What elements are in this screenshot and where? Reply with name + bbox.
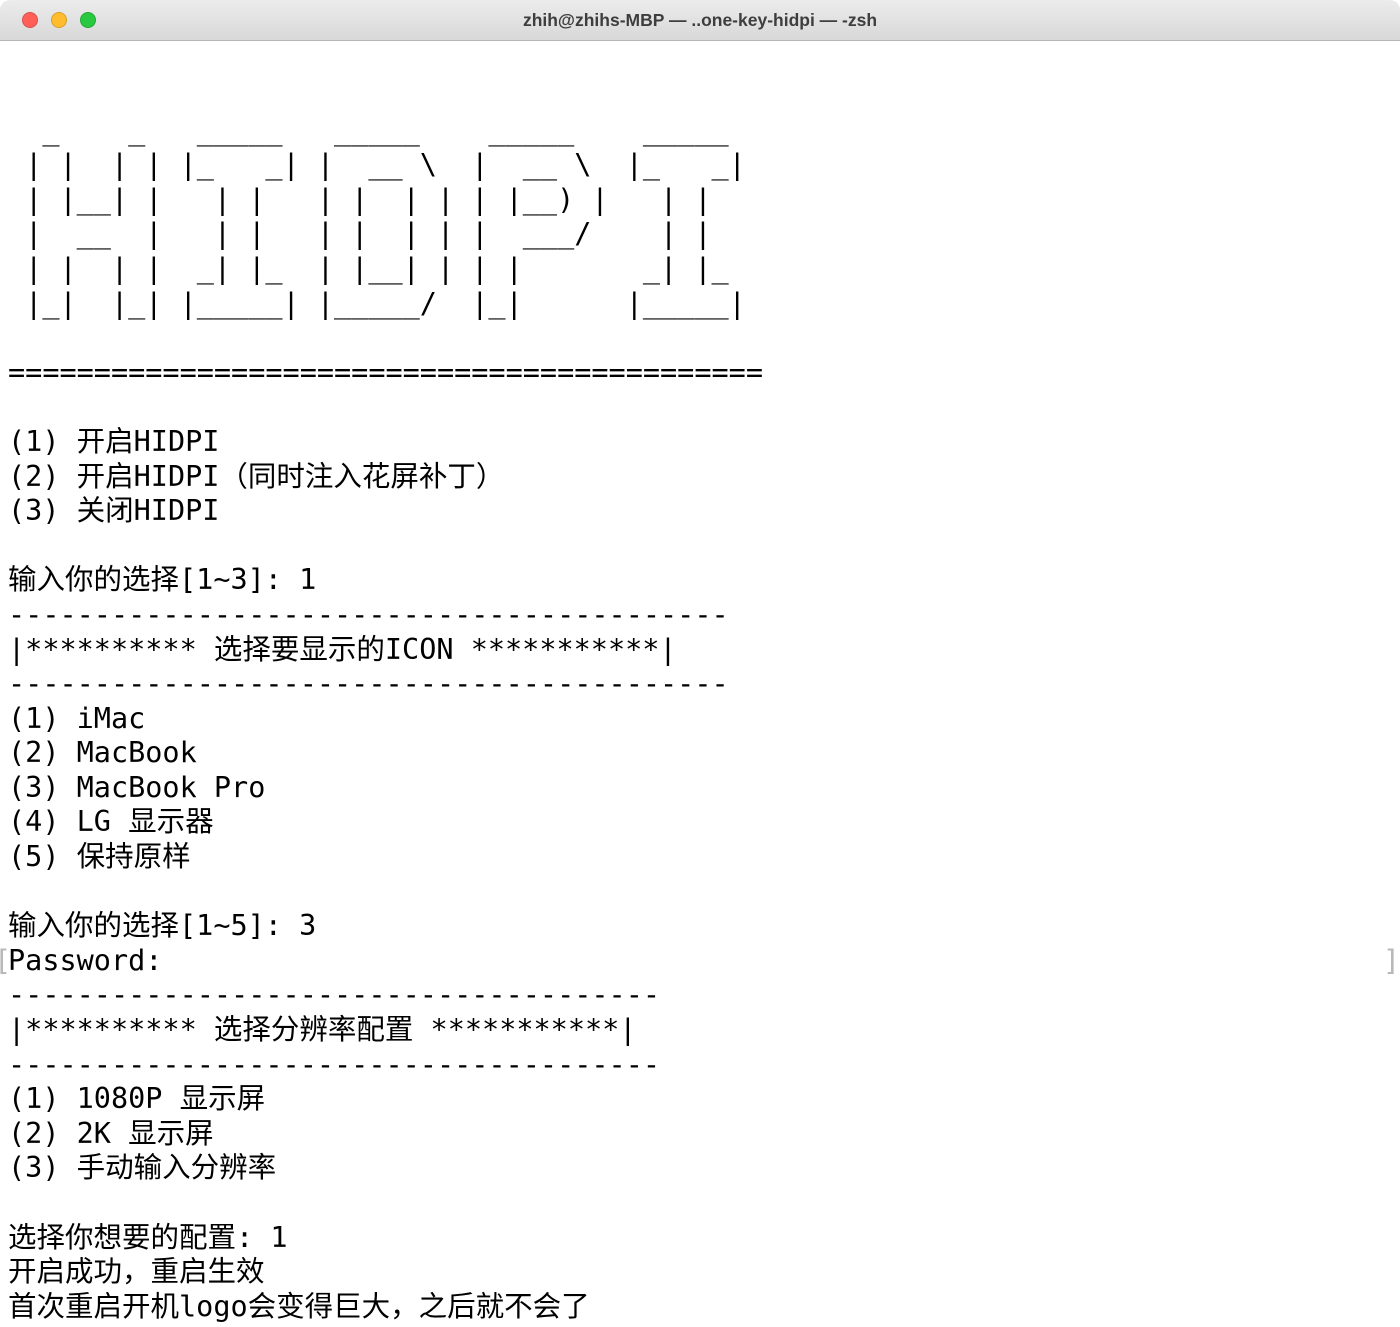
ascii-art-hidpi: | | | | _| |_ | |__| | | | _| |_ — [8, 252, 1400, 287]
ascii-art-hidpi: |_| |_| |_____| |_____/ |_| |_____| — [8, 287, 1400, 322]
ascii-art-hidpi: _ _ _____ _____ _____ _____ — [8, 114, 1400, 149]
command-mark-left-bracket: [ — [0, 944, 11, 979]
blank-line — [8, 390, 1400, 425]
blank-line — [8, 529, 1400, 564]
blank-line — [8, 1186, 1400, 1221]
box-border-line: ----------------------------------------… — [8, 598, 1400, 633]
menu-option-enable-hidpi-patch: (2) 开启HIDPI（同时注入花屏补丁） — [8, 460, 1400, 495]
blank-line — [8, 875, 1400, 910]
terminal-screen[interactable]: _ _ _____ _____ _____ _____ | | | | |_ _… — [0, 41, 1400, 1327]
ascii-art-hidpi: | |__| | | | | | | | | |__) | | | — [8, 183, 1400, 218]
menu-option-macbook: (2) MacBook — [8, 736, 1400, 771]
menu-option-disable-hidpi: (3) 关闭HIDPI — [8, 494, 1400, 529]
menu-option-keep-original: (5) 保持原样 — [8, 840, 1400, 875]
status-message-reboot-note: 首次重启开机logo会变得巨大，之后就不会了 — [8, 1290, 1400, 1325]
menu-option-macbook-pro: (3) MacBook Pro — [8, 771, 1400, 806]
separator-line: ========================================… — [8, 356, 1400, 391]
ascii-art-hidpi: | | | | |_ _| | __ \ | __ \ |_ _| — [8, 148, 1400, 183]
close-button[interactable] — [22, 12, 38, 28]
menu-option-imac: (1) iMac — [8, 702, 1400, 737]
menu-option-enable-hidpi: (1) 开启HIDPI — [8, 425, 1400, 460]
menu-option-manual-resolution: (3) 手动输入分辨率 — [8, 1151, 1400, 1186]
box-title-resolution-select: |********** 选择分辨率配置 ***********| — [8, 1013, 1400, 1048]
window-controls — [22, 0, 96, 40]
status-message-success: 开启成功，重启生效 — [8, 1255, 1400, 1290]
blank-line — [8, 321, 1400, 356]
box-border-line: -------------------------------------- — [8, 978, 1400, 1013]
window-title: zhih@zhihs-MBP — ..one-key-hidpi — -zsh — [523, 10, 877, 31]
menu-option-lg-display: (4) LG 显示器 — [8, 805, 1400, 840]
minimize-button[interactable] — [51, 12, 67, 28]
menu-option-2k: (2) 2K 显示屏 — [8, 1117, 1400, 1152]
input-prompt-config: 选择你想要的配置: 1 — [8, 1221, 1400, 1256]
command-mark-right-bracket: ] — [1383, 944, 1400, 979]
input-prompt-choice-1-3: 输入你的选择[1~3]: 1 — [8, 563, 1400, 598]
box-border-line: -------------------------------------- — [8, 1048, 1400, 1083]
title-bar[interactable]: zhih@zhihs-MBP — ..one-key-hidpi — -zsh — [0, 0, 1400, 41]
box-border-line: ----------------------------------------… — [8, 667, 1400, 702]
zoom-button[interactable] — [80, 12, 96, 28]
menu-option-1080p: (1) 1080P 显示屏 — [8, 1082, 1400, 1117]
terminal-window: zhih@zhihs-MBP — ..one-key-hidpi — -zsh … — [0, 0, 1400, 1327]
ascii-art-hidpi: | __ | | | | | | | | ___/ | | — [8, 217, 1400, 252]
box-title-icon-select: |********** 选择要显示的ICON ***********| — [8, 633, 1400, 668]
input-prompt-choice-1-5: 输入你的选择[1~5]: 3 — [8, 909, 1400, 944]
blank-line — [8, 79, 1400, 114]
password-prompt: Password: — [8, 944, 1400, 979]
